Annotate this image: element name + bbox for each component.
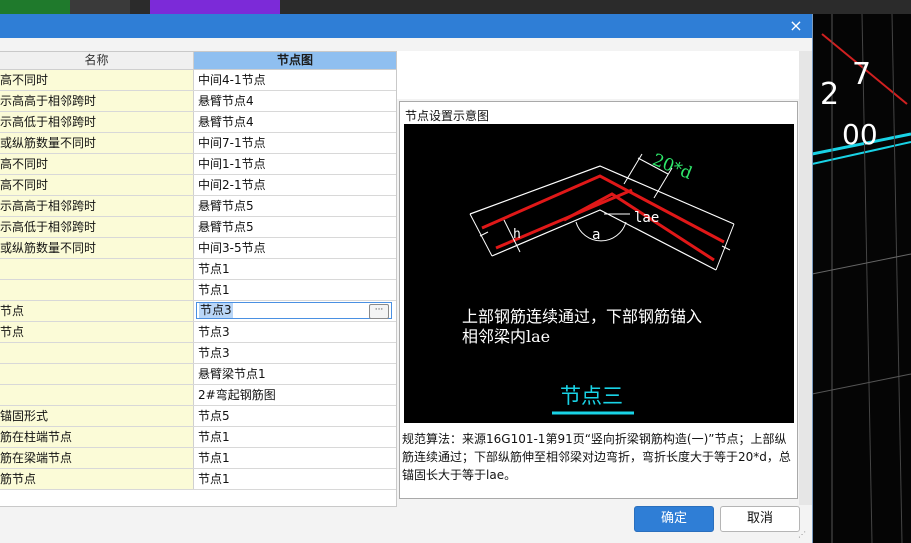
row-name-cell[interactable]: 节点	[0, 301, 194, 321]
grid-body: 高不同时 中间4-1节点 示高高于相邻跨时 悬臂节点4 示高低于相邻跨时 悬臂节点4 或纵筋…	[0, 70, 396, 490]
row-node-cell[interactable]: 悬臂节点4	[194, 91, 396, 111]
row-name-cell[interactable]: 或纵筋数量不同时	[0, 133, 194, 153]
row-node-cell[interactable]: 节点3	[194, 322, 396, 342]
preview-group-title: 节点设置示意图	[405, 109, 490, 123]
table-row[interactable]: 节点 节点3	[0, 322, 396, 343]
blank-panel	[397, 51, 799, 99]
table-row[interactable]: 示高低于相邻跨时 悬臂节点5	[0, 217, 396, 238]
table-row[interactable]: 锚固形式 节点5	[0, 406, 396, 427]
node-settings-grid: 名称 节点图 高不同时 中间4-1节点 示高高于相邻跨时 悬臂节点4 示高低于相邻跨时悬…	[0, 51, 397, 507]
table-row[interactable]: 节点1	[0, 280, 396, 301]
row-node-cell[interactable]: 节点3 ···	[194, 301, 396, 321]
row-node-cell[interactable]: 中间4-1节点	[194, 70, 396, 90]
row-name-cell[interactable]	[0, 385, 194, 405]
table-row[interactable]: 节点1	[0, 259, 396, 280]
column-header-node[interactable]: 节点图	[194, 52, 396, 70]
row-name-cell[interactable]: 筋节点	[0, 469, 194, 489]
diagram-node-title: 节点三	[560, 384, 623, 408]
row-node-cell[interactable]: 节点1	[194, 427, 396, 447]
row-name-cell[interactable]: 或纵筋数量不同时	[0, 238, 194, 258]
diagram-description-line2: 相邻梁内lae	[462, 327, 550, 346]
row-node-cell[interactable]: 中间1-1节点	[194, 154, 396, 174]
row-name-cell[interactable]: 高不同时	[0, 70, 194, 90]
cancel-button[interactable]: 取消	[720, 506, 800, 532]
row-node-cell[interactable]: 节点1	[194, 259, 396, 279]
background-app-strip	[0, 0, 911, 14]
row-node-cell[interactable]: 节点1	[194, 280, 396, 300]
row-name-cell[interactable]	[0, 259, 194, 279]
table-row[interactable]: 节点3	[0, 343, 396, 364]
row-node-cell[interactable]: 节点1	[194, 448, 396, 468]
row-name-cell[interactable]: 高不同时	[0, 175, 194, 195]
row-node-cell[interactable]: 节点5	[194, 406, 396, 426]
background-toolbar-segment	[150, 0, 280, 14]
grid-header: 名称 节点图	[0, 52, 396, 70]
row-name-cell[interactable]: 示高低于相邻跨时	[0, 217, 194, 237]
column-header-name[interactable]: 名称	[0, 52, 194, 70]
row-node-cell[interactable]: 悬臂节点4	[194, 112, 396, 132]
node-edit-field[interactable]: 节点3 ···	[196, 302, 392, 319]
table-row[interactable]: 2#弯起钢筋图	[0, 385, 396, 406]
table-row[interactable]: 筋节点 节点1	[0, 469, 396, 490]
table-row[interactable]: 高不同时 中间2-1节点	[0, 175, 396, 196]
background-toolbar-segment	[70, 0, 130, 14]
row-name-cell[interactable]: 节点	[0, 322, 194, 342]
diagram-h-label: h	[513, 227, 521, 242]
row-node-cell[interactable]: 节点1	[194, 469, 396, 489]
background-toolbar-segment	[0, 0, 70, 14]
row-name-cell[interactable]: 筋在梁端节点	[0, 448, 194, 468]
table-row[interactable]: 或纵筋数量不同时 中间7-1节点	[0, 133, 396, 154]
diagram-description-line1: 上部钢筋连续通过，下部钢筋锚入	[462, 307, 702, 326]
table-row[interactable]: 或纵筋数量不同时 中间3-5节点	[0, 238, 396, 259]
row-name-cell[interactable]	[0, 364, 194, 384]
row-name-cell[interactable]: 示高高于相邻跨时	[0, 91, 194, 111]
row-name-cell[interactable]: 锚固形式	[0, 406, 194, 426]
background-3d-drawing: 2 7 00	[812, 14, 911, 543]
table-row[interactable]: 节点 节点3 ···	[0, 301, 396, 322]
diagram-dim-label: 20*d	[649, 150, 695, 184]
row-node-cell[interactable]: 节点3	[194, 343, 396, 363]
node-settings-dialog: × 名称 节点图 高不同时 中间4-1节点 示高高于相邻跨时 悬臂节点4 示高低于相邻跨…	[0, 14, 813, 543]
row-node-cell[interactable]: 中间2-1节点	[194, 175, 396, 195]
row-name-cell[interactable]	[0, 343, 194, 363]
calculation-rule-text: 规范算法：来源16G101-1第91页“竖向折梁钢筋构造(一)”节点；上部纵筋连…	[402, 432, 791, 482]
dialog-titlebar: ×	[0, 14, 812, 38]
scrollbar[interactable]	[799, 51, 812, 505]
row-name-cell[interactable]: 示高低于相邻跨时	[0, 112, 194, 132]
table-row[interactable]: 示高低于相邻跨时 悬臂节点4	[0, 112, 396, 133]
close-icon[interactable]: ×	[786, 16, 806, 36]
row-name-cell[interactable]: 筋在柱端节点	[0, 427, 194, 447]
row-node-cell[interactable]: 悬臂节点5	[194, 196, 396, 216]
node-diagram: 20*d h a lae 上部钢筋连续通过，下部钢筋锚入 相邻梁内lae 节点三	[404, 124, 794, 423]
node-diagram-drawing: 20*d h a lae 上部钢筋连续通过，下部钢筋锚入 相邻梁内lae 节点三	[462, 150, 735, 415]
row-name-cell[interactable]: 高不同时	[0, 154, 194, 174]
diagram-lae-label: lae	[634, 210, 659, 226]
row-node-cell[interactable]: 中间7-1节点	[194, 133, 396, 153]
row-node-cell[interactable]: 悬臂节点5	[194, 217, 396, 237]
svg-text:7: 7	[852, 57, 871, 92]
svg-text:00: 00	[842, 118, 878, 151]
row-name-cell[interactable]	[0, 280, 194, 300]
table-row[interactable]: 示高高于相邻跨时 悬臂节点5	[0, 196, 396, 217]
resize-grip-icon[interactable]: ⋰	[798, 531, 808, 541]
svg-text:2: 2	[820, 77, 839, 112]
node-preview-group: 节点设置示意图 20*d h a lae 上部钢筋连续通过，下部钢筋锚入 相邻梁…	[399, 101, 798, 499]
table-row[interactable]: 示高高于相邻跨时 悬臂节点4	[0, 91, 396, 112]
row-node-cell[interactable]: 2#弯起钢筋图	[194, 385, 396, 405]
table-row[interactable]: 高不同时 中间4-1节点	[0, 70, 396, 91]
table-row[interactable]: 筋在梁端节点 节点1	[0, 448, 396, 469]
row-node-cell[interactable]: 悬臂梁节点1	[194, 364, 396, 384]
ok-button[interactable]: 确定	[634, 506, 714, 532]
table-row[interactable]: 筋在柱端节点 节点1	[0, 427, 396, 448]
background-3d-view: 2 7 00	[812, 14, 911, 543]
diagram-angle-label: a	[592, 227, 600, 243]
row-name-cell[interactable]: 示高高于相邻跨时	[0, 196, 194, 216]
table-row[interactable]: 高不同时 中间1-1节点	[0, 154, 396, 175]
row-node-cell[interactable]: 中间3-5节点	[194, 238, 396, 258]
table-row[interactable]: 悬臂梁节点1	[0, 364, 396, 385]
ellipsis-button[interactable]: ···	[369, 304, 389, 319]
node-edit-value: 节点3	[199, 303, 233, 318]
